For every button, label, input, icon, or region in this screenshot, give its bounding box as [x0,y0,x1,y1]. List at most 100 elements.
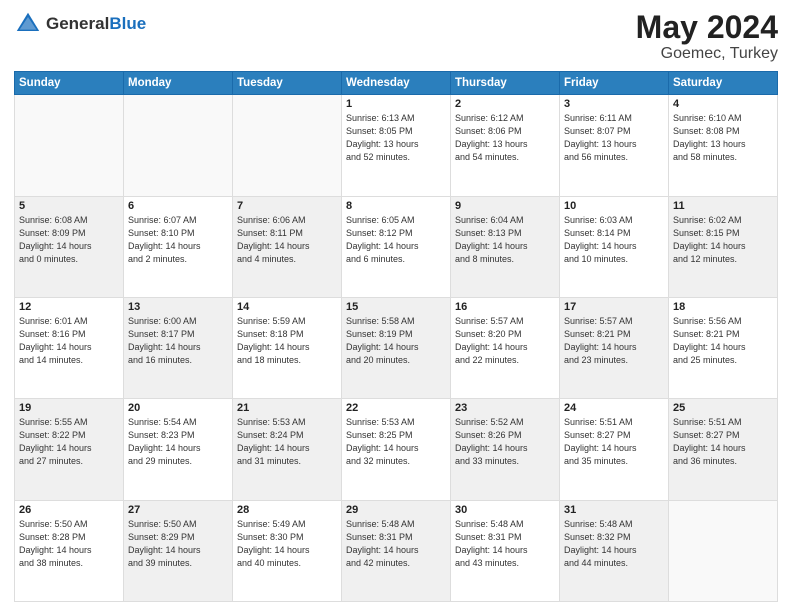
day-info: Sunrise: 6:00 AM Sunset: 8:17 PM Dayligh… [128,315,228,367]
day-number: 29 [346,504,446,516]
day-number: 14 [237,301,337,313]
calendar-cell: 12Sunrise: 6:01 AM Sunset: 8:16 PM Dayli… [15,297,124,398]
day-number: 24 [564,402,664,414]
day-info: Sunrise: 5:54 AM Sunset: 8:23 PM Dayligh… [128,416,228,468]
calendar-cell [669,500,778,601]
calendar-week-0: 1 Sunrise: 6:13 AM Sunset: 8:05 PM Daylig… [15,95,778,196]
day-info: Sunrise: 5:59 AM Sunset: 8:18 PM Dayligh… [237,315,337,367]
calendar-cell: 18 Sunrise: 5:56 AM Sunset: 8:21 PM Dayli… [669,297,778,398]
calendar-cell: 31 Sunrise: 5:48 AM Sunset: 8:32 PM Dayli… [560,500,669,601]
calendar-cell: 13 Sunrise: 6:00 AM Sunset: 8:17 PM Dayli… [124,297,233,398]
day-number: 23 [455,402,555,414]
col-header-tuesday: Tuesday [233,72,342,95]
calendar-cell: 14 Sunrise: 5:59 AM Sunset: 8:18 PM Dayli… [233,297,342,398]
day-info: Sunrise: 5:56 AM Sunset: 8:21 PM Dayligh… [673,315,773,367]
day-info: Sunrise: 6:01 AM Sunset: 8:16 PM Dayligh… [19,315,119,367]
col-header-thursday: Thursday [451,72,560,95]
day-number: 8 [346,200,446,212]
day-number: 4 [673,98,773,110]
calendar-cell: 29 Sunrise: 5:48 AM Sunset: 8:31 PM Dayli… [342,500,451,601]
day-number: 20 [128,402,228,414]
day-info: Sunrise: 5:48 AM Sunset: 8:31 PM Dayligh… [346,518,446,570]
day-number: 10 [564,200,664,212]
day-info: Sunrise: 6:04 AM Sunset: 8:13 PM Dayligh… [455,214,555,266]
logo-general: GeneralBlue [46,14,146,34]
calendar-cell [233,95,342,196]
calendar-cell [124,95,233,196]
day-number: 6 [128,200,228,212]
title-month: May 2024 [636,10,778,45]
col-header-friday: Friday [560,72,669,95]
calendar-cell: 21Sunrise: 5:53 AM Sunset: 8:24 PM Dayli… [233,399,342,500]
day-number: 7 [237,200,337,212]
calendar-cell: 30 Sunrise: 5:48 AM Sunset: 8:31 PM Dayli… [451,500,560,601]
calendar-week-1: 5Sunrise: 6:08 AM Sunset: 8:09 PM Daylig… [15,196,778,297]
day-info: Sunrise: 5:48 AM Sunset: 8:31 PM Dayligh… [455,518,555,570]
day-info: Sunrise: 5:52 AM Sunset: 8:26 PM Dayligh… [455,416,555,468]
title-location: Goemec, Turkey [636,45,778,63]
day-number: 17 [564,301,664,313]
day-number: 19 [19,402,119,414]
day-info: Sunrise: 5:50 AM Sunset: 8:29 PM Dayligh… [128,518,228,570]
day-number: 26 [19,504,119,516]
calendar-cell [15,95,124,196]
calendar-cell: 25 Sunrise: 5:51 AM Sunset: 8:27 PM Dayli… [669,399,778,500]
calendar-cell: 17 Sunrise: 5:57 AM Sunset: 8:21 PM Dayli… [560,297,669,398]
calendar-cell: 23 Sunrise: 5:52 AM Sunset: 8:26 PM Dayli… [451,399,560,500]
day-info: Sunrise: 5:50 AM Sunset: 8:28 PM Dayligh… [19,518,119,570]
page: GeneralBlue May 2024 Goemec, Turkey Sund… [0,0,792,612]
calendar-cell: 9 Sunrise: 6:04 AM Sunset: 8:13 PM Daylig… [451,196,560,297]
day-info: Sunrise: 5:49 AM Sunset: 8:30 PM Dayligh… [237,518,337,570]
calendar-cell: 11 Sunrise: 6:02 AM Sunset: 8:15 PM Dayli… [669,196,778,297]
day-number: 31 [564,504,664,516]
day-info: Sunrise: 5:51 AM Sunset: 8:27 PM Dayligh… [564,416,664,468]
day-info: Sunrise: 5:55 AM Sunset: 8:22 PM Dayligh… [19,416,119,468]
calendar-cell: 19 Sunrise: 5:55 AM Sunset: 8:22 PM Dayli… [15,399,124,500]
col-header-monday: Monday [124,72,233,95]
day-info: Sunrise: 5:48 AM Sunset: 8:32 PM Dayligh… [564,518,664,570]
day-number: 9 [455,200,555,212]
calendar-cell: 4 Sunrise: 6:10 AM Sunset: 8:08 PM Daylig… [669,95,778,196]
day-number: 11 [673,200,773,212]
day-number: 27 [128,504,228,516]
day-number: 25 [673,402,773,414]
day-info: Sunrise: 5:57 AM Sunset: 8:21 PM Dayligh… [564,315,664,367]
col-header-wednesday: Wednesday [342,72,451,95]
day-info: Sunrise: 6:11 AM Sunset: 8:07 PM Dayligh… [564,112,664,164]
day-number: 28 [237,504,337,516]
day-info: Sunrise: 5:53 AM Sunset: 8:25 PM Dayligh… [346,416,446,468]
col-header-sunday: Sunday [15,72,124,95]
logo: GeneralBlue [14,10,146,38]
day-number: 2 [455,98,555,110]
calendar-cell: 6 Sunrise: 6:07 AM Sunset: 8:10 PM Daylig… [124,196,233,297]
logo-icon [14,10,42,38]
day-info: Sunrise: 6:10 AM Sunset: 8:08 PM Dayligh… [673,112,773,164]
day-info: Sunrise: 6:02 AM Sunset: 8:15 PM Dayligh… [673,214,773,266]
calendar-cell: 20 Sunrise: 5:54 AM Sunset: 8:23 PM Dayli… [124,399,233,500]
day-number: 1 [346,98,446,110]
day-number: 18 [673,301,773,313]
calendar-cell: 1 Sunrise: 6:13 AM Sunset: 8:05 PM Daylig… [342,95,451,196]
calendar-cell: 2Sunrise: 6:12 AM Sunset: 8:06 PM Daylig… [451,95,560,196]
day-number: 30 [455,504,555,516]
calendar-week-3: 19 Sunrise: 5:55 AM Sunset: 8:22 PM Dayli… [15,399,778,500]
day-info: Sunrise: 5:57 AM Sunset: 8:20 PM Dayligh… [455,315,555,367]
calendar-table: SundayMondayTuesdayWednesdayThursdayFrid… [14,71,778,602]
day-info: Sunrise: 6:06 AM Sunset: 8:11 PM Dayligh… [237,214,337,266]
day-info: Sunrise: 6:03 AM Sunset: 8:14 PM Dayligh… [564,214,664,266]
calendar-header-row: SundayMondayTuesdayWednesdayThursdayFrid… [15,72,778,95]
calendar-cell: 27 Sunrise: 5:50 AM Sunset: 8:29 PM Dayli… [124,500,233,601]
day-number: 15 [346,301,446,313]
day-info: Sunrise: 6:07 AM Sunset: 8:10 PM Dayligh… [128,214,228,266]
day-info: Sunrise: 5:53 AM Sunset: 8:24 PM Dayligh… [237,416,337,468]
calendar-cell: 15 Sunrise: 5:58 AM Sunset: 8:19 PM Dayli… [342,297,451,398]
day-number: 16 [455,301,555,313]
day-number: 13 [128,301,228,313]
day-info: Sunrise: 5:51 AM Sunset: 8:27 PM Dayligh… [673,416,773,468]
calendar-cell: 7 Sunrise: 6:06 AM Sunset: 8:11 PM Daylig… [233,196,342,297]
calendar-cell: 28 Sunrise: 5:49 AM Sunset: 8:30 PM Dayli… [233,500,342,601]
day-info: Sunrise: 6:13 AM Sunset: 8:05 PM Dayligh… [346,112,446,164]
day-info: Sunrise: 5:58 AM Sunset: 8:19 PM Dayligh… [346,315,446,367]
day-number: 5 [19,200,119,212]
day-number: 22 [346,402,446,414]
